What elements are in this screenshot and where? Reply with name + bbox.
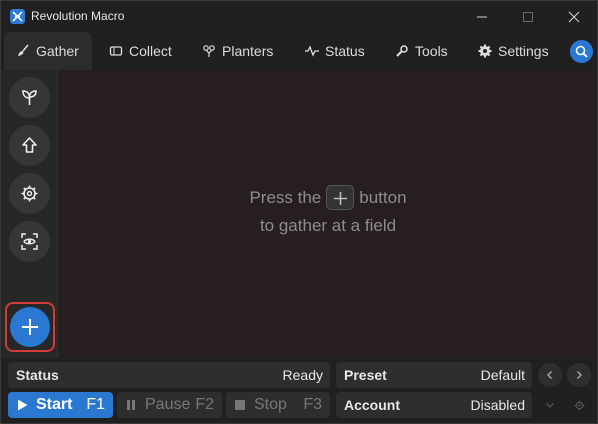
pulse-icon xyxy=(305,44,319,58)
left-rail xyxy=(1,70,58,358)
pause-hotkey: F2 xyxy=(195,396,214,413)
tab-settings[interactable]: Settings xyxy=(478,32,549,70)
gather-field-area: Press the button to gather at a field xyxy=(59,70,597,358)
empty-state-line2: to gather at a field xyxy=(259,216,397,235)
tab-gather[interactable]: Gather xyxy=(4,32,92,70)
rail-button-settings[interactable] xyxy=(9,173,50,214)
tab-label: Tools xyxy=(415,43,448,59)
app-logo-icon xyxy=(10,9,25,24)
empty-suffix: button xyxy=(359,187,407,207)
stop-icon xyxy=(235,400,245,410)
window-title: Revolution Macro xyxy=(31,9,125,23)
stop-hotkey: F3 xyxy=(303,396,322,413)
pause-icon xyxy=(127,400,135,410)
maximize-button[interactable] xyxy=(505,1,551,32)
stop-button[interactable]: Stop F3 xyxy=(226,392,330,418)
ticket-icon xyxy=(109,44,123,58)
chevron-down-icon xyxy=(546,403,554,408)
wrench-icon xyxy=(395,44,409,58)
tab-label: Status xyxy=(325,43,365,59)
sprout-icon xyxy=(22,90,37,105)
tab-bar: Gather Collect Planters Status Tools Set… xyxy=(1,32,597,70)
account-value: Disabled xyxy=(470,397,525,413)
status-label: Status xyxy=(16,367,59,383)
minimize-button[interactable] xyxy=(459,1,505,32)
tab-tools[interactable]: Tools xyxy=(395,32,448,70)
tab-label: Gather xyxy=(36,43,79,59)
eye-scan-icon xyxy=(21,233,38,250)
rail-button-upload[interactable] xyxy=(9,125,50,166)
close-button[interactable] xyxy=(551,1,597,32)
preset-row[interactable]: Preset Default xyxy=(336,362,532,388)
status-value: Ready xyxy=(282,367,323,383)
pause-label: Pause xyxy=(145,396,191,413)
account-dropdown-button[interactable] xyxy=(538,393,562,417)
pause-button[interactable]: Pause F2 xyxy=(117,392,222,418)
gear-icon xyxy=(574,400,585,411)
add-field-button[interactable] xyxy=(10,307,50,347)
add-field-highlight xyxy=(5,302,55,352)
tab-status[interactable]: Status xyxy=(305,32,365,70)
bottom-panel: Status Ready Preset Default Start F1 Pau… xyxy=(1,358,597,423)
chevron-right-icon xyxy=(577,371,582,379)
tab-label: Settings xyxy=(498,43,549,59)
title-bar: Revolution Macro xyxy=(1,1,597,32)
account-row[interactable]: Account Disabled xyxy=(336,392,532,418)
upload-arrow-icon xyxy=(22,137,37,153)
empty-prefix: Press the xyxy=(249,187,322,207)
preset-prev-button[interactable] xyxy=(538,363,562,387)
start-button[interactable]: Start F1 xyxy=(8,392,113,418)
gear-icon xyxy=(21,185,38,202)
rail-button-sprout[interactable] xyxy=(9,77,50,118)
account-label: Account xyxy=(344,397,400,413)
status-row: Status Ready xyxy=(8,362,330,388)
chevron-left-icon xyxy=(547,371,552,379)
empty-state-line1: Press the button xyxy=(59,185,597,210)
rail-button-vision[interactable] xyxy=(9,221,50,262)
play-icon xyxy=(18,399,28,411)
start-label: Start xyxy=(36,396,73,413)
tab-collect[interactable]: Collect xyxy=(109,32,172,70)
search-button[interactable] xyxy=(570,40,593,63)
broom-icon xyxy=(16,44,30,58)
search-icon xyxy=(575,45,588,58)
plus-chip-icon xyxy=(326,185,355,210)
preset-value: Default xyxy=(480,367,525,383)
tab-planters[interactable]: Planters xyxy=(202,32,273,70)
planter-icon xyxy=(202,44,216,58)
plus-icon xyxy=(22,319,38,335)
gear-icon xyxy=(478,44,492,58)
preset-label: Preset xyxy=(344,367,387,383)
start-hotkey: F1 xyxy=(86,396,105,413)
tab-label: Collect xyxy=(129,43,172,59)
preset-next-button[interactable] xyxy=(567,363,591,387)
account-settings-button[interactable] xyxy=(567,393,591,417)
tab-label: Planters xyxy=(222,43,274,59)
stop-label: Stop xyxy=(254,396,287,413)
app-window: Revolution Macro Gather Collect Planters… xyxy=(0,0,598,424)
